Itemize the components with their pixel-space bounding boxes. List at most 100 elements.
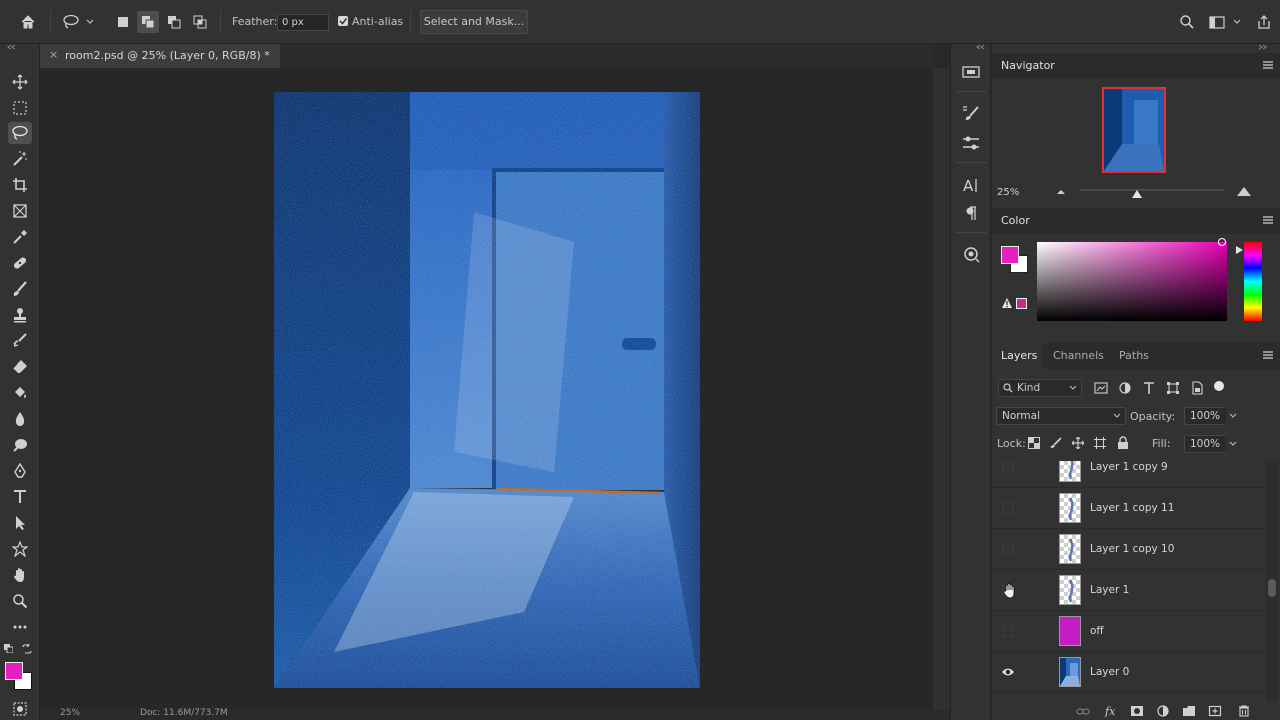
navigator-title[interactable]: Navigator — [1001, 59, 1055, 72]
layer-thumbnail[interactable] — [1059, 461, 1081, 482]
canvas-vertical-scrollbar[interactable] — [933, 68, 950, 710]
toolbar-collapse-icon[interactable] — [4, 44, 36, 50]
layer-row[interactable]: off — [992, 611, 1264, 652]
layer-visibility-toggle[interactable] — [1001, 543, 1015, 555]
color-menu-icon[interactable] — [1262, 215, 1274, 225]
hue-slider-handle[interactable] — [1236, 246, 1244, 254]
blur-tool-icon[interactable] — [8, 408, 32, 430]
add-to-selection-icon[interactable] — [137, 11, 159, 33]
opacity-input[interactable]: 100% — [1184, 407, 1226, 425]
panels-collapse-icon[interactable] — [1256, 44, 1268, 50]
dodge-tool-icon[interactable] — [8, 434, 32, 456]
swap-colors-icon[interactable] — [22, 644, 32, 654]
color-title[interactable]: Color — [1001, 214, 1030, 227]
layer-name[interactable]: Layer 0 — [1090, 666, 1129, 678]
frame-tool-icon[interactable] — [8, 200, 32, 222]
layer-visibility-toggle[interactable] — [1001, 461, 1015, 473]
tab-paths[interactable]: Paths — [1119, 349, 1149, 362]
subtract-from-selection-icon[interactable] — [163, 11, 185, 33]
layer-name[interactable]: Layer 1 copy 11 — [1090, 502, 1174, 514]
navigator-menu-icon[interactable] — [1262, 60, 1274, 70]
canvas-area[interactable] — [40, 68, 933, 710]
crop-tool-icon[interactable] — [8, 174, 32, 196]
filter-toggle-icon[interactable] — [1214, 381, 1224, 391]
layer-thumbnail[interactable] — [1059, 575, 1081, 605]
adjustments-icon[interactable] — [961, 134, 981, 152]
home-icon[interactable] — [16, 11, 40, 33]
layer-row[interactable]: Layer 1 copy 9 — [992, 461, 1264, 488]
fill-slider-toggle[interactable] — [1226, 435, 1240, 453]
layer-thumbnail[interactable] — [1059, 657, 1081, 687]
foreground-color-swatch[interactable] — [5, 662, 23, 680]
canvas-artwork[interactable] — [274, 92, 700, 688]
navigator-zoom-value[interactable]: 25% — [997, 187, 1019, 198]
anti-alias-checkbox[interactable] — [338, 16, 348, 26]
lock-transparency-icon[interactable] — [1028, 437, 1040, 449]
filter-shape-icon[interactable] — [1166, 381, 1180, 395]
navigator-thumbnail[interactable] — [1102, 87, 1166, 173]
layer-row[interactable]: Layer 1 copy 11 — [992, 488, 1264, 529]
filter-smart-object-icon[interactable] — [1190, 381, 1204, 395]
path-selection-tool-icon[interactable] — [8, 512, 32, 534]
layer-row[interactable]: Layer 1 copy 10 — [992, 529, 1264, 570]
eraser-tool-icon[interactable] — [8, 356, 32, 378]
hand-tool-icon[interactable] — [8, 564, 32, 586]
marquee-tool-icon[interactable] — [8, 97, 32, 119]
lock-all-icon[interactable] — [1117, 436, 1129, 449]
layer-visibility-toggle[interactable] — [1001, 625, 1015, 637]
close-tab-icon[interactable]: × — [49, 48, 58, 61]
layers-scrollbar[interactable] — [1266, 461, 1278, 701]
color-field[interactable] — [1037, 242, 1227, 321]
healing-brush-tool-icon[interactable] — [8, 252, 32, 274]
history-brush-tool-icon[interactable] — [8, 330, 32, 352]
move-tool-icon[interactable] — [8, 71, 32, 93]
color-field-cursor[interactable] — [1218, 238, 1226, 246]
default-colors-icon[interactable] — [4, 644, 13, 653]
new-selection-icon[interactable] — [112, 11, 134, 33]
layer-visibility-toggle[interactable] — [1001, 502, 1015, 514]
layers-menu-icon[interactable] — [1262, 350, 1274, 360]
clone-stamp-tool-icon[interactable] — [8, 304, 32, 326]
brush-tool-icon[interactable] — [8, 278, 32, 300]
layer-name[interactable]: off — [1090, 625, 1104, 637]
zoom-out-icon[interactable] — [1056, 187, 1066, 195]
delete-layer-icon[interactable] — [1238, 705, 1250, 717]
learn-panel-icon[interactable] — [961, 64, 981, 80]
layers-scrollbar-thumb[interactable] — [1268, 579, 1276, 597]
zoom-in-icon[interactable] — [1236, 185, 1252, 197]
lasso-tool-icon[interactable] — [8, 122, 32, 144]
layer-thumbnail[interactable] — [1059, 616, 1081, 646]
layer-name[interactable]: Layer 1 copy 10 — [1090, 543, 1174, 555]
filter-adjustment-icon[interactable] — [1118, 381, 1132, 395]
layer-name[interactable]: Layer 1 copy 9 — [1090, 461, 1168, 473]
eyedropper-tool-icon[interactable] — [8, 226, 32, 248]
link-layers-icon[interactable] — [1076, 706, 1090, 718]
select-and-mask-button[interactable]: Select and Mask... — [420, 10, 528, 34]
fill-input[interactable]: 100% — [1184, 435, 1226, 453]
fx-icon[interactable]: fx — [1104, 705, 1118, 717]
pen-tool-icon[interactable] — [8, 460, 32, 482]
tab-layers[interactable]: Layers — [992, 343, 1042, 369]
add-mask-icon[interactable] — [1130, 705, 1144, 717]
lock-position-icon[interactable] — [1072, 437, 1084, 449]
filter-pixel-icon[interactable] — [1094, 381, 1108, 395]
color-foreground-chip[interactable] — [1001, 246, 1019, 264]
character-panel-icon[interactable]: A — [961, 176, 981, 194]
layer-row[interactable]: Layer 1 — [992, 570, 1264, 611]
lasso-preset-picker[interactable] — [60, 11, 98, 33]
blend-mode-dropdown[interactable]: Normal — [996, 407, 1126, 425]
workspace-switcher-icon[interactable] — [1206, 11, 1246, 33]
tab-channels[interactable]: Channels — [1053, 349, 1104, 362]
paint-bucket-tool-icon[interactable] — [8, 382, 32, 404]
feather-input[interactable]: 0 px — [277, 14, 329, 31]
status-zoom[interactable]: 25% — [60, 708, 80, 718]
navigator-zoom-slider[interactable] — [1080, 189, 1224, 191]
layer-thumbnail[interactable] — [1059, 493, 1081, 523]
custom-shape-tool-icon[interactable] — [8, 538, 32, 560]
zoom-slider-handle[interactable] — [1132, 189, 1142, 199]
lock-artboard-icon[interactable] — [1094, 437, 1106, 449]
gamut-swatch[interactable] — [1016, 298, 1027, 309]
magic-wand-tool-icon[interactable] — [8, 148, 32, 170]
opacity-slider-toggle[interactable] — [1226, 407, 1240, 425]
out-of-gamut-warning-icon[interactable] — [1001, 297, 1013, 309]
